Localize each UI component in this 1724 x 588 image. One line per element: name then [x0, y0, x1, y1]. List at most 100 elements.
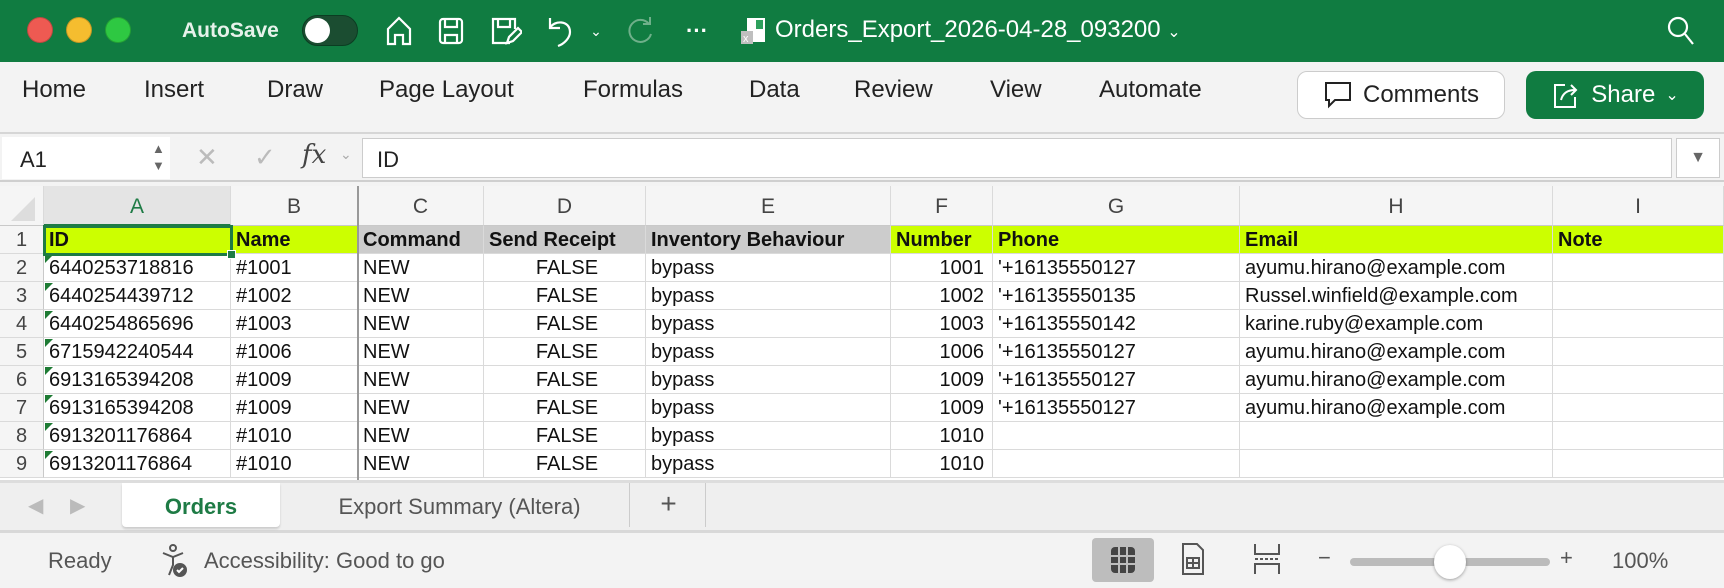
cell-a9[interactable]: 6913201176864 — [44, 450, 231, 478]
column-header-g[interactable]: G — [993, 186, 1240, 226]
header-cell-g[interactable]: Phone — [993, 226, 1240, 254]
tab-page-layout[interactable]: Page Layout — [379, 76, 514, 104]
cell-f3[interactable]: 1002 — [891, 282, 993, 310]
save-as-icon[interactable] — [488, 14, 524, 48]
column-header-h[interactable]: H — [1240, 186, 1553, 226]
save-icon[interactable] — [434, 14, 468, 48]
close-window-button[interactable] — [27, 17, 53, 43]
cell-g4[interactable]: '+16135550142 — [993, 310, 1240, 338]
cell-e7[interactable]: bypass — [646, 394, 891, 422]
cell-b5[interactable]: #1006 — [231, 338, 358, 366]
row-header-9[interactable]: 9 — [0, 450, 44, 478]
row-header-2[interactable]: 2 — [0, 254, 44, 282]
tab-draw[interactable]: Draw — [267, 76, 323, 104]
cell-d7[interactable]: FALSE — [484, 394, 646, 422]
autosave-toggle[interactable] — [302, 15, 358, 46]
cell-h8[interactable] — [1240, 422, 1553, 450]
cell-g9[interactable] — [993, 450, 1240, 478]
header-cell-b[interactable]: Name — [231, 226, 358, 254]
tab-data[interactable]: Data — [749, 76, 800, 104]
column-header-f[interactable]: F — [891, 186, 993, 226]
cell-c9[interactable]: NEW — [358, 450, 484, 478]
document-title[interactable]: Orders_Export_2026-04-28_093200 ⌄ — [775, 16, 1181, 44]
cell-g5[interactable]: '+16135550127 — [993, 338, 1240, 366]
tab-formulas[interactable]: Formulas — [583, 76, 683, 104]
page-layout-view-icon[interactable] — [1180, 542, 1206, 582]
cell-h3[interactable]: Russel.winfield@example.com — [1240, 282, 1553, 310]
header-cell-d[interactable]: Send Receipt — [484, 226, 646, 254]
row-header-1[interactable]: 1 — [0, 226, 44, 254]
select-all-corner[interactable] — [0, 186, 44, 226]
cell-a2[interactable]: 6440253718816 — [44, 254, 231, 282]
sheet-tab-export-summary[interactable]: Export Summary (Altera) — [290, 483, 630, 527]
header-cell-i[interactable]: Note — [1553, 226, 1724, 254]
cell-c3[interactable]: NEW — [358, 282, 484, 310]
cell-c7[interactable]: NEW — [358, 394, 484, 422]
cell-c2[interactable]: NEW — [358, 254, 484, 282]
cell-e5[interactable]: bypass — [646, 338, 891, 366]
cell-g6[interactable]: '+16135550127 — [993, 366, 1240, 394]
header-cell-a[interactable]: ID — [44, 226, 231, 254]
zoom-slider[interactable] — [1350, 545, 1550, 579]
header-cell-f[interactable]: Number — [891, 226, 993, 254]
column-header-c[interactable]: C — [358, 186, 484, 226]
cell-d8[interactable]: FALSE — [484, 422, 646, 450]
cell-d4[interactable]: FALSE — [484, 310, 646, 338]
normal-view-button[interactable] — [1092, 538, 1154, 582]
cell-i2[interactable] — [1553, 254, 1724, 282]
column-header-i[interactable]: I — [1553, 186, 1724, 226]
header-cell-c[interactable]: Command — [358, 226, 484, 254]
chevron-down-icon[interactable]: ⌄ — [340, 146, 352, 163]
cell-e6[interactable]: bypass — [646, 366, 891, 394]
cell-c4[interactable]: NEW — [358, 310, 484, 338]
cell-d2[interactable]: FALSE — [484, 254, 646, 282]
column-header-a[interactable]: A — [44, 186, 231, 226]
cell-a3[interactable]: 6440254439712 — [44, 282, 231, 310]
cell-g3[interactable]: '+16135550135 — [993, 282, 1240, 310]
cell-e4[interactable]: bypass — [646, 310, 891, 338]
cell-h6[interactable]: ayumu.hirano@example.com — [1240, 366, 1553, 394]
chevron-down-icon[interactable]: ⌄ — [1665, 85, 1678, 105]
cell-b3[interactable]: #1002 — [231, 282, 358, 310]
row-header-5[interactable]: 5 — [0, 338, 44, 366]
maximize-window-button[interactable] — [105, 17, 131, 43]
tab-insert[interactable]: Insert — [144, 76, 204, 104]
cell-d9[interactable]: FALSE — [484, 450, 646, 478]
cell-i8[interactable] — [1553, 422, 1724, 450]
zoom-level[interactable]: 100% — [1612, 548, 1668, 574]
cell-d3[interactable]: FALSE — [484, 282, 646, 310]
cell-g7[interactable]: '+16135550127 — [993, 394, 1240, 422]
column-header-b[interactable]: B — [231, 186, 358, 226]
cell-g8[interactable] — [993, 422, 1240, 450]
fill-handle[interactable] — [227, 250, 236, 259]
search-icon[interactable] — [1664, 14, 1698, 48]
cell-b9[interactable]: #1010 — [231, 450, 358, 478]
cell-d6[interactable]: FALSE — [484, 366, 646, 394]
cell-i7[interactable] — [1553, 394, 1724, 422]
cell-d5[interactable]: FALSE — [484, 338, 646, 366]
more-icon[interactable]: ··· — [680, 14, 714, 48]
tab-home[interactable]: Home — [22, 76, 86, 104]
cell-f2[interactable]: 1001 — [891, 254, 993, 282]
tab-automate[interactable]: Automate — [1099, 76, 1202, 104]
cell-f4[interactable]: 1003 — [891, 310, 993, 338]
cell-e2[interactable]: bypass — [646, 254, 891, 282]
cell-a7[interactable]: 6913165394208 — [44, 394, 231, 422]
cell-h4[interactable]: karine.ruby@example.com — [1240, 310, 1553, 338]
accessibility-status[interactable]: Accessibility: Good to go — [204, 548, 445, 574]
cell-h5[interactable]: ayumu.hirano@example.com — [1240, 338, 1553, 366]
undo-dropdown-icon[interactable]: ⌄ — [588, 14, 604, 48]
name-box-stepper-icon[interactable]: ▲ ▼ — [152, 140, 165, 174]
column-header-d[interactable]: D — [484, 186, 646, 226]
undo-icon[interactable] — [544, 14, 578, 48]
add-sheet-button[interactable]: + — [632, 483, 706, 527]
cell-i5[interactable] — [1553, 338, 1724, 366]
header-cell-h[interactable]: Email — [1240, 226, 1553, 254]
cell-a4[interactable]: 6440254865696 — [44, 310, 231, 338]
cell-b2[interactable]: #1001 — [231, 254, 358, 282]
cell-f6[interactable]: 1009 — [891, 366, 993, 394]
scroll-left-icon[interactable]: ◀ — [28, 493, 43, 518]
cell-e3[interactable]: bypass — [646, 282, 891, 310]
zoom-in-button[interactable]: + — [1560, 545, 1573, 571]
cancel-icon[interactable]: ✕ — [196, 142, 218, 173]
